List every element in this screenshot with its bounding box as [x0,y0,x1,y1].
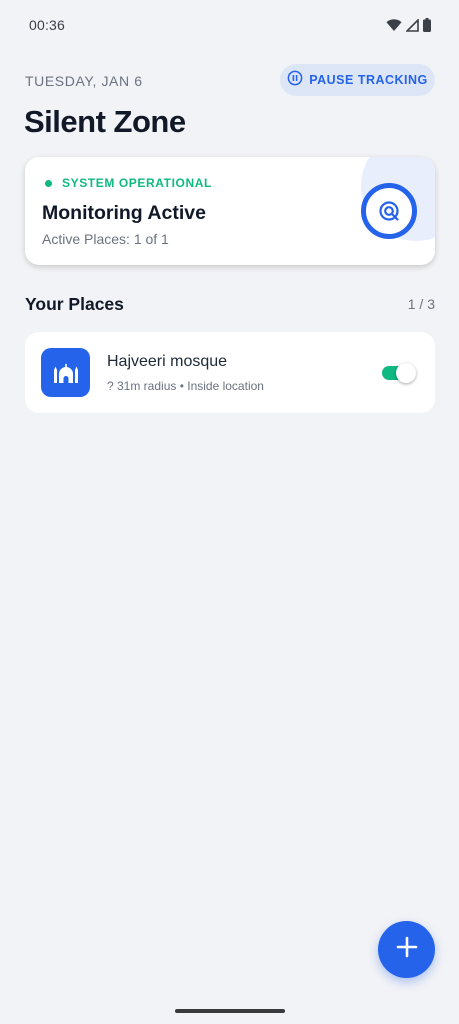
active-places-count: Active Places: 1 of 1 [42,231,169,247]
status-icons [386,18,431,32]
cell-signal-icon [406,18,419,32]
toggle-knob [396,363,416,383]
pause-icon [287,70,303,91]
pause-tracking-button[interactable]: PAUSE TRACKING [280,64,435,96]
battery-icon [423,18,431,32]
home-indicator[interactable] [175,1009,285,1013]
status-bar: 00:36 [0,0,459,52]
mosque-icon [41,348,90,397]
status-dot [45,180,52,187]
monitoring-title: Monitoring Active [42,202,206,224]
radar-icon [360,182,418,240]
add-place-button[interactable] [378,921,435,978]
plus-icon [396,936,418,963]
places-count: 1 / 3 [407,296,435,312]
list-item[interactable]: Hajveeri mosque ? 31m radius • Inside lo… [25,332,435,413]
section-title: Your Places [25,294,124,314]
monitoring-status-card: SYSTEM OPERATIONAL Monitoring Active Act… [25,157,435,265]
date-label: TUESDAY, JAN 6 [25,73,143,89]
pause-tracking-label: PAUSE TRACKING [309,73,428,87]
place-enabled-toggle[interactable] [382,363,416,383]
place-name: Hajveeri mosque [107,353,228,370]
system-status-label: SYSTEM OPERATIONAL [62,176,212,190]
status-time: 00:36 [29,17,66,33]
page-title: Silent Zone [24,104,186,139]
wifi-icon [386,18,402,32]
place-meta: ? 31m radius • Inside location [107,379,264,393]
